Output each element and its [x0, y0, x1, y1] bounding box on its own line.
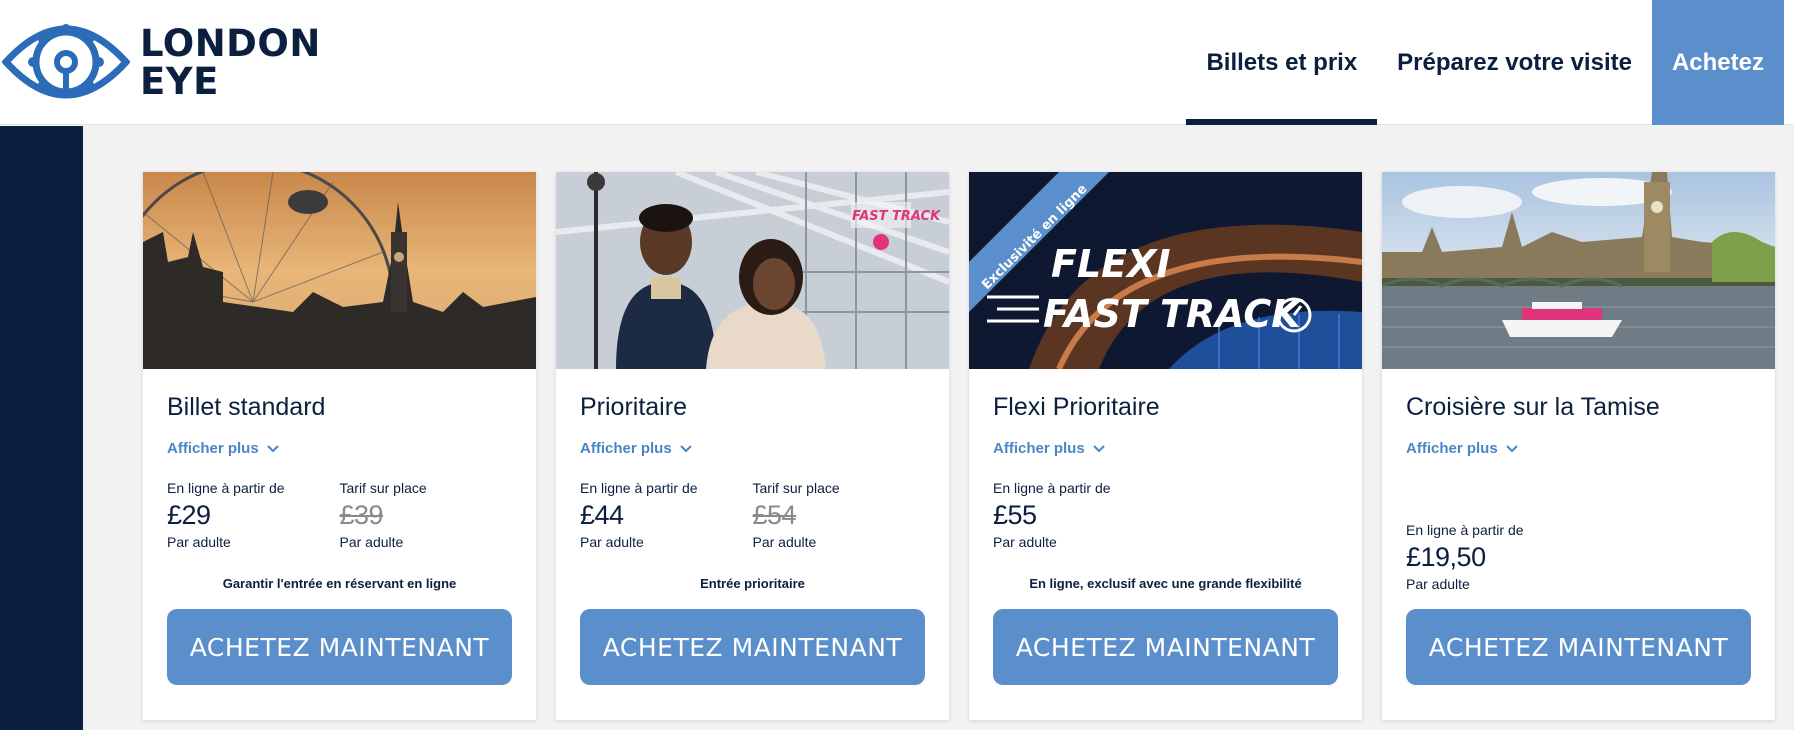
onsite-price: Tarif sur place £39 Par adulte — [340, 480, 513, 550]
nav-plan-visit[interactable]: Préparez votre visite — [1377, 0, 1652, 125]
card-image-priority: FAST TRACK — [556, 172, 949, 369]
online-price-label: En ligne à partir de — [1406, 522, 1524, 538]
online-price-value: £19,50 — [1406, 542, 1486, 572]
fast-track-sign: FAST TRACK — [852, 209, 941, 224]
price-block: En ligne à partir de £29 Par adulte Tari… — [167, 480, 512, 550]
onsite-price: Tarif sur place £54 Par adulte — [753, 480, 926, 550]
sunset-westminster-image — [143, 172, 536, 369]
logo-wordmark: LONDON EYE — [140, 21, 321, 103]
card-title: Flexi Prioritaire — [993, 393, 1160, 421]
online-price-unit: Par adulte — [580, 534, 644, 550]
show-more-link[interactable]: Afficher plus — [1406, 440, 1518, 457]
couple-fast-track-image: FAST TRACK — [556, 172, 949, 369]
online-price: En ligne à partir de £55 Par adulte — [993, 480, 1176, 550]
ticket-card-thames-cruise: Croisière sur la Tamise Afficher plus En… — [1382, 172, 1775, 720]
show-more-link[interactable]: Afficher plus — [580, 440, 692, 457]
flexi-line-1: FLEXI — [1051, 242, 1171, 286]
card-tagline: Entrée prioritaire — [700, 576, 805, 591]
card-image-flexi: Exclusivité en ligne FLEXI FAST TRACK — [969, 172, 1362, 369]
show-more-link[interactable]: Afficher plus — [993, 440, 1105, 457]
card-title: Prioritaire — [580, 393, 687, 421]
online-price-label: En ligne à partir de — [580, 480, 698, 496]
onsite-price-unit: Par adulte — [339, 534, 404, 550]
online-price: En ligne à partir de £19,50 Par adulte — [1406, 522, 1589, 592]
chevron-down-icon — [1505, 444, 1518, 452]
nav-buy-button[interactable]: Achetez — [1651, 0, 1784, 125]
onsite-price-unit: Par adulte — [752, 534, 817, 550]
online-price-label: En ligne à partir de — [167, 480, 285, 496]
ticket-card-flexi-priority: Exclusivité en ligne FLEXI FAST TRACK Fl… — [969, 172, 1362, 720]
online-price-value: £44 — [580, 500, 624, 530]
nav-tickets[interactable]: Billets et prix — [1186, 0, 1377, 125]
buy-now-button[interactable]: ACHETEZ MAINTENANT — [580, 609, 925, 685]
online-price-unit: Par adulte — [993, 534, 1057, 550]
price-block: En ligne à partir de £19,50 Par adulte — [1406, 522, 1751, 592]
eye-logo-icon — [2, 24, 130, 99]
online-price: En ligne à partir de £29 Par adulte — [167, 480, 340, 550]
chevron-down-icon — [1092, 444, 1105, 452]
buy-now-button[interactable]: ACHETEZ MAINTENANT — [167, 609, 512, 685]
site-header: LONDON EYE Billets et prix Préparez votr… — [0, 0, 1794, 125]
thames-cruise-image — [1382, 172, 1775, 369]
buy-now-button[interactable]: ACHETEZ MAINTENANT — [1406, 609, 1751, 685]
onsite-price-label: Tarif sur place — [339, 480, 427, 496]
card-image-cruise — [1382, 172, 1775, 369]
show-more-label: Afficher plus — [167, 440, 259, 457]
card-title: Billet standard — [167, 393, 326, 421]
ticket-cards: Billet standard Afficher plus En ligne à… — [143, 172, 1775, 720]
flexi-fast-track-image: Exclusivité en ligne FLEXI FAST TRACK — [969, 172, 1362, 369]
buy-now-button[interactable]: ACHETEZ MAINTENANT — [993, 609, 1338, 685]
online-price-unit: Par adulte — [1406, 576, 1470, 592]
show-more-label: Afficher plus — [993, 440, 1085, 457]
online-price-label: En ligne à partir de — [993, 480, 1111, 496]
card-title: Croisière sur la Tamise — [1406, 393, 1660, 421]
flexi-line-2: FAST TRACK — [1043, 292, 1303, 336]
online-price-unit: Par adulte — [167, 534, 231, 550]
online-price-value: £55 — [993, 500, 1037, 530]
card-image-standard — [143, 172, 536, 369]
online-price: En ligne à partir de £44 Par adulte — [580, 480, 753, 550]
card-tagline: En ligne, exclusif avec une grande flexi… — [1029, 576, 1302, 591]
logo-line-2: EYE — [140, 59, 219, 103]
show-more-link[interactable]: Afficher plus — [167, 440, 279, 457]
onsite-price-label: Tarif sur place — [752, 480, 840, 496]
left-sidebar — [0, 126, 83, 730]
london-eye-logo[interactable]: LONDON EYE — [2, 16, 321, 109]
ticket-card-priority: FAST TRACK Prioritaire Afficher plus En … — [556, 172, 949, 720]
main-nav: Billets et prix Préparez votre visite Ac… — [1186, 0, 1784, 125]
chevron-down-icon — [679, 444, 692, 452]
card-tagline: Garantir l'entrée en réservant en ligne — [222, 576, 457, 591]
chevron-down-icon — [266, 444, 279, 452]
ticket-card-standard: Billet standard Afficher plus En ligne à… — [143, 172, 536, 720]
show-more-label: Afficher plus — [580, 440, 672, 457]
online-price-value: £29 — [167, 500, 211, 530]
price-block: En ligne à partir de £55 Par adulte — [993, 480, 1338, 550]
onsite-price-value: £39 — [339, 500, 384, 530]
price-block: En ligne à partir de £44 Par adulte Tari… — [580, 480, 925, 550]
onsite-price-value: £54 — [752, 500, 797, 530]
show-more-label: Afficher plus — [1406, 440, 1498, 457]
logo-line-1: LONDON — [140, 21, 321, 65]
